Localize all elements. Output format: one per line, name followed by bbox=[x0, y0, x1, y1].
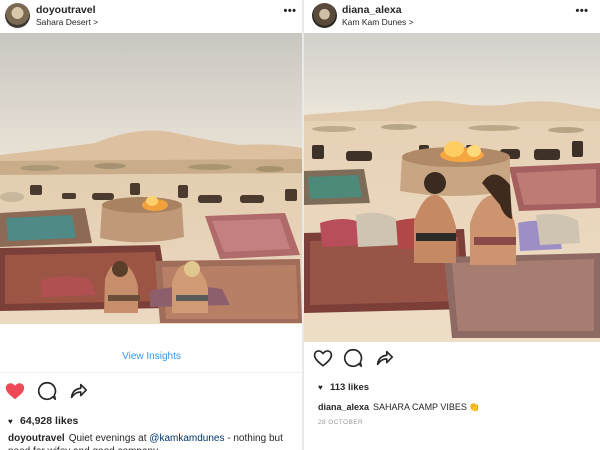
likes-count[interactable]: ♥ 64,928 likes bbox=[8, 415, 78, 427]
instagram-post-right: diana_alexa Kam Kam Dunes > ••• ♥ 113 li… bbox=[304, 0, 600, 450]
view-insights-button[interactable]: View Insights bbox=[0, 340, 303, 373]
caption-text: SAHARA CAMP VIBES bbox=[373, 402, 467, 412]
caption-text-pre: Quiet evenings at bbox=[68, 433, 147, 444]
location-link[interactable]: Kam Kam Dunes > bbox=[342, 17, 414, 27]
post-caption: doyoutravel Quiet evenings at @kamkamdune… bbox=[8, 432, 300, 450]
avatar[interactable] bbox=[312, 3, 337, 28]
post-photo[interactable] bbox=[304, 33, 600, 342]
post-date: 28 OCTOBER bbox=[318, 419, 364, 426]
post-caption: diana_alexa SAHARA CAMP VIBES 👏 bbox=[318, 401, 596, 414]
share-icon[interactable] bbox=[67, 380, 89, 402]
clapping-hands-icon: 👏 bbox=[468, 402, 481, 412]
chevron-right-icon: > bbox=[408, 17, 414, 27]
location-label: Sahara Desert bbox=[36, 17, 91, 27]
caption-username[interactable]: diana_alexa bbox=[318, 402, 369, 412]
more-icon[interactable]: ••• bbox=[574, 6, 590, 18]
location-link[interactable]: Sahara Desert > bbox=[36, 17, 98, 27]
username-link[interactable]: doyoutravel bbox=[36, 4, 96, 16]
chevron-right-icon: > bbox=[93, 17, 99, 27]
post-actions bbox=[0, 380, 303, 402]
post-actions bbox=[304, 347, 600, 369]
location-label: Kam Kam Dunes bbox=[342, 17, 407, 27]
post-header: doyoutravel Sahara Desert > ••• bbox=[0, 0, 303, 33]
heart-filled-icon[interactable] bbox=[4, 380, 26, 402]
comment-icon[interactable] bbox=[342, 347, 364, 369]
username-link[interactable]: diana_alexa bbox=[342, 4, 402, 16]
heart-mini-icon: ♥ bbox=[318, 383, 323, 392]
heart-mini-icon: ♥ bbox=[8, 417, 13, 426]
post-photo[interactable] bbox=[0, 33, 302, 324]
instagram-post-left: doyoutravel Sahara Desert > ••• View Ins… bbox=[0, 0, 303, 450]
post-header: diana_alexa Kam Kam Dunes > ••• bbox=[304, 0, 600, 33]
view-insights-label: View Insights bbox=[122, 351, 181, 362]
comment-icon[interactable] bbox=[36, 380, 58, 402]
desert-camp-photo bbox=[0, 33, 302, 324]
likes-text: 64,928 likes bbox=[20, 415, 79, 427]
avatar[interactable] bbox=[5, 3, 30, 28]
desert-camp-photo bbox=[304, 33, 600, 342]
caption-mention-link[interactable]: @kamkamdunes bbox=[149, 433, 224, 444]
share-icon[interactable] bbox=[373, 347, 395, 369]
likes-count[interactable]: ♥ 113 likes bbox=[318, 382, 369, 393]
more-icon[interactable]: ••• bbox=[282, 6, 298, 18]
caption-username[interactable]: doyoutravel bbox=[8, 433, 65, 444]
likes-text: 113 likes bbox=[330, 382, 370, 393]
heart-outline-icon[interactable] bbox=[312, 347, 334, 369]
